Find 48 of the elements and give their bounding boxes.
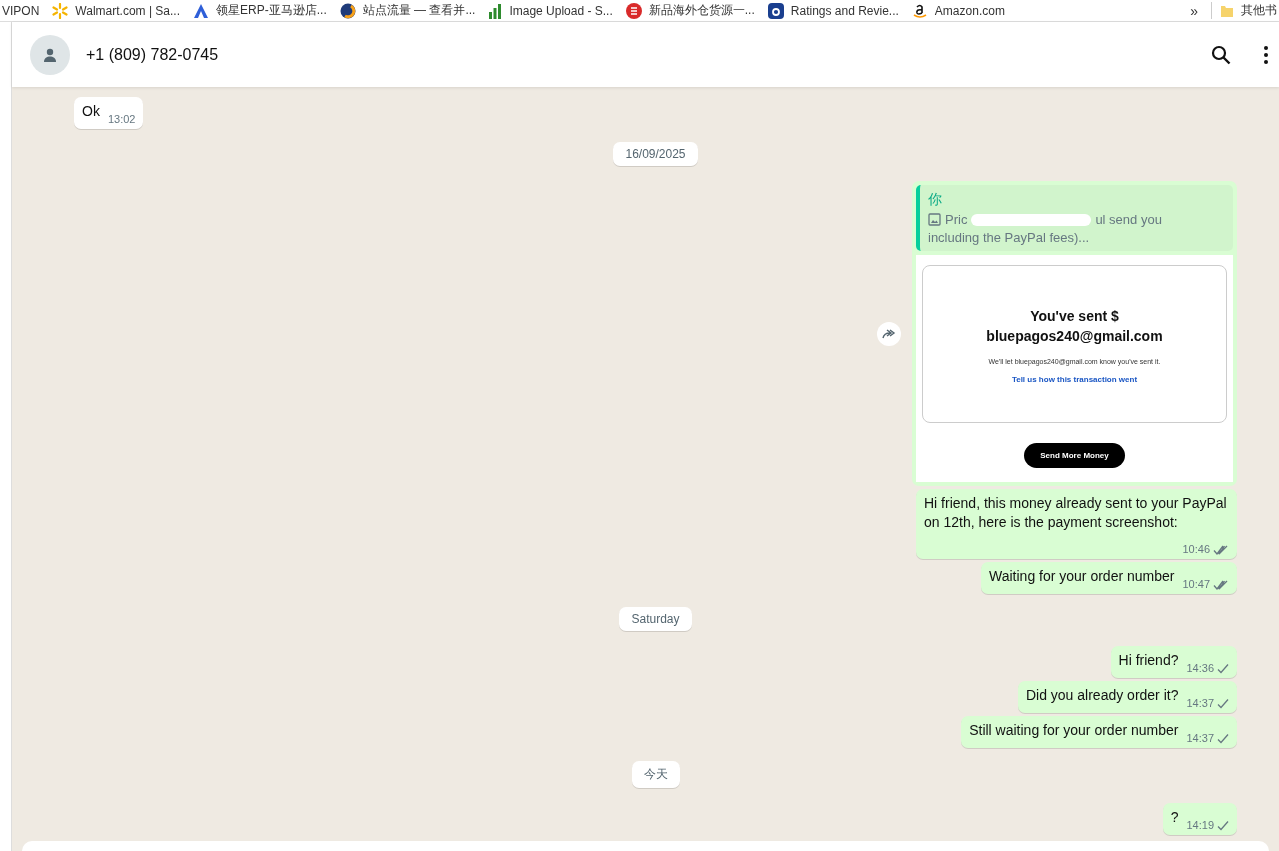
receipt-email: bluepagos240@gmail.com [986,328,1163,344]
message-time: 14:37 [1186,731,1214,746]
circle-logo-icon [339,2,356,19]
bookmark-link[interactable]: Amazon.com [934,3,1005,18]
bookmark-folder[interactable]: 其他书 [1241,2,1277,19]
folder-icon [1220,3,1234,18]
message-time: 10:47 [1182,577,1210,592]
quote-author: 你 [928,191,943,209]
message-text: Hi friend? [1118,652,1179,668]
forward-icon[interactable] [876,320,902,347]
date-divider: 16/09/2025 [613,142,698,166]
bars-icon [488,2,503,19]
message-text: Did you already order it? [1025,687,1179,703]
date-divider: 今天 [631,761,680,788]
search-icon[interactable] [1211,44,1231,65]
date-divider: Saturday [619,607,692,631]
image-icon [928,213,941,226]
message-text: Hi friend, this money already sent to your PayPal on 12th, here is the payment screenshot: [924,495,1227,530]
bookmark-link[interactable]: 站点流量 — 查看并... [362,2,476,19]
quote-text: including the PayPal fees)... [928,230,1091,245]
message-text: Still waiting for your order number [969,722,1179,738]
quote-text: ul send you [1095,212,1162,227]
message-text: Ok [82,103,100,119]
menu-icon[interactable] [1263,44,1269,65]
bookmark-link[interactable]: VIPON [2,3,40,18]
message-text: ? [1170,809,1179,825]
bookmark-link[interactable]: Ratings and Revie... [790,3,899,18]
message-text: Waiting for your order number [989,568,1175,584]
message-time: 14:37 [1186,696,1214,711]
bookmark-link[interactable]: Image Upload - S... [509,3,613,18]
message-time: 13:02 [107,112,136,127]
bookmark-link[interactable]: 新品海外仓货源一... [648,2,755,19]
quote-text: Pric [945,212,968,227]
smile-logo-icon [911,2,928,19]
message-time: 10:46 [1182,542,1210,557]
message-time: 14:19 [1186,818,1214,833]
receipt-title: You've sent $ [1030,308,1119,324]
bookmark-link[interactable]: Walmart.com | Sa... [75,3,181,18]
contact-name[interactable]: +1 (809) 782-0745 [86,45,1195,64]
receipt-link: Tell us how this transaction went [1011,375,1138,384]
more-bookmarks-button[interactable]: » [1190,2,1198,19]
quoted-message[interactable]: 你 Pric ul send you including the PayPal fees)... [916,185,1233,251]
triangle-logo-icon [193,2,210,19]
avatar-icon[interactable] [30,34,70,75]
bookmark-link[interactable]: 领星ERP-亚马逊店... [216,2,327,19]
message-time: 14:36 [1186,661,1214,676]
send-more-button: Send More Money [1024,443,1125,468]
spark-icon [52,2,69,19]
